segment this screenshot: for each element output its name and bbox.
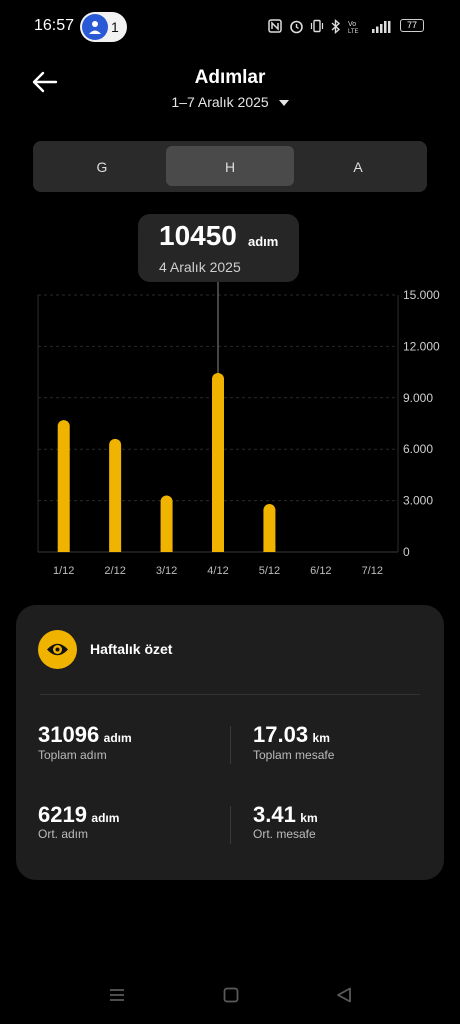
divider bbox=[230, 806, 231, 844]
x-tick-label: 6/12 bbox=[310, 565, 331, 577]
y-tick-label: 6.000 bbox=[403, 442, 433, 456]
alarm-icon bbox=[289, 19, 304, 37]
battery-indicator: 77 bbox=[400, 19, 424, 32]
total-steps-value: 31096 bbox=[38, 722, 100, 747]
vibrate-icon bbox=[310, 19, 324, 36]
eye-icon bbox=[38, 630, 77, 669]
bar-base bbox=[212, 546, 224, 552]
avg-steps-stat: 6219 adım bbox=[38, 802, 119, 828]
x-tick-label: 7/12 bbox=[362, 565, 383, 577]
bar[interactable] bbox=[109, 438, 122, 552]
tab-month[interactable]: A bbox=[328, 159, 388, 175]
bar-base bbox=[109, 546, 122, 552]
triangle-down-icon bbox=[278, 100, 289, 107]
total-distance-value: 17.03 bbox=[253, 722, 309, 747]
total-steps-stat: 31096 adım bbox=[38, 722, 132, 748]
avg-distance-stat: 3.41 km bbox=[253, 802, 318, 828]
svg-text:Vo: Vo bbox=[348, 21, 356, 28]
tab-week[interactable]: H bbox=[200, 159, 260, 175]
x-tick-label: 5/12 bbox=[259, 565, 280, 577]
bar-base bbox=[160, 546, 173, 552]
tab-day[interactable]: G bbox=[72, 159, 132, 175]
y-tick-label: 12.000 bbox=[403, 339, 440, 353]
total-distance-label: Toplam mesafe bbox=[253, 748, 335, 762]
y-tick-label: 0 bbox=[403, 545, 410, 559]
square-icon bbox=[223, 987, 239, 1003]
page-title: Adımlar bbox=[194, 67, 266, 88]
total-distance-stat: 17.03 km bbox=[253, 722, 330, 748]
svg-text:LTE: LTE bbox=[348, 29, 359, 34]
bar[interactable] bbox=[263, 504, 276, 552]
menu-icon bbox=[110, 989, 124, 1001]
avg-steps-label: Ort. adım bbox=[38, 827, 89, 841]
date-range-selector[interactable]: 1–7 Aralık 2025 bbox=[0, 94, 460, 110]
avg-steps-unit: adım bbox=[91, 811, 120, 825]
y-tick-label: 9.000 bbox=[403, 391, 433, 405]
nav-home-button[interactable] bbox=[222, 986, 240, 1009]
tooltip-date: 4 Aralık 2025 bbox=[159, 259, 241, 275]
bluetooth-icon bbox=[330, 18, 342, 37]
steps-bar-chart: 1/12 2/12 3/12 4/12 5/12 6/12 7/12 15.000 12.00… bbox=[37, 280, 440, 577]
y-tick-label: 15.000 bbox=[403, 288, 440, 302]
x-tick-label: 4/12 bbox=[207, 565, 228, 577]
x-tick-label: 2/12 bbox=[104, 565, 125, 577]
avg-distance-unit: km bbox=[300, 811, 318, 825]
y-tick-label: 3.000 bbox=[403, 494, 433, 508]
bar[interactable] bbox=[212, 372, 224, 552]
bar[interactable] bbox=[160, 495, 173, 552]
nav-menu-button[interactable] bbox=[108, 986, 126, 1009]
avg-distance-value: 3.41 bbox=[253, 802, 296, 827]
signal-strength-icon bbox=[370, 19, 394, 37]
total-steps-label: Toplam adım bbox=[38, 748, 107, 762]
avg-distance-label: Ort. mesafe bbox=[253, 827, 316, 841]
bar-base bbox=[263, 546, 276, 552]
summary-title: Haftalık özet bbox=[90, 641, 173, 657]
divider bbox=[40, 694, 420, 695]
total-distance-unit: km bbox=[312, 731, 330, 745]
status-time: 16:57 bbox=[34, 17, 75, 34]
triangle-left-icon bbox=[337, 987, 351, 1003]
hotspot-count: 1 bbox=[111, 19, 119, 35]
tooltip-value: 10450 bbox=[159, 220, 237, 251]
volte-icon: Vo LTE bbox=[348, 19, 362, 37]
nav-back-button[interactable] bbox=[335, 986, 353, 1009]
bar-base bbox=[57, 546, 70, 552]
hotspot-icon bbox=[82, 14, 108, 40]
x-tick-label: 3/12 bbox=[156, 565, 177, 577]
nfc-icon bbox=[268, 19, 282, 36]
bar[interactable] bbox=[57, 420, 70, 552]
divider bbox=[230, 726, 231, 764]
total-steps-unit: adım bbox=[103, 731, 132, 745]
tooltip-unit: adım bbox=[248, 234, 279, 249]
date-range-label: 1–7 Aralık 2025 bbox=[171, 94, 269, 110]
x-tick-label: 1/12 bbox=[53, 565, 74, 577]
avg-steps-value: 6219 bbox=[38, 802, 87, 827]
